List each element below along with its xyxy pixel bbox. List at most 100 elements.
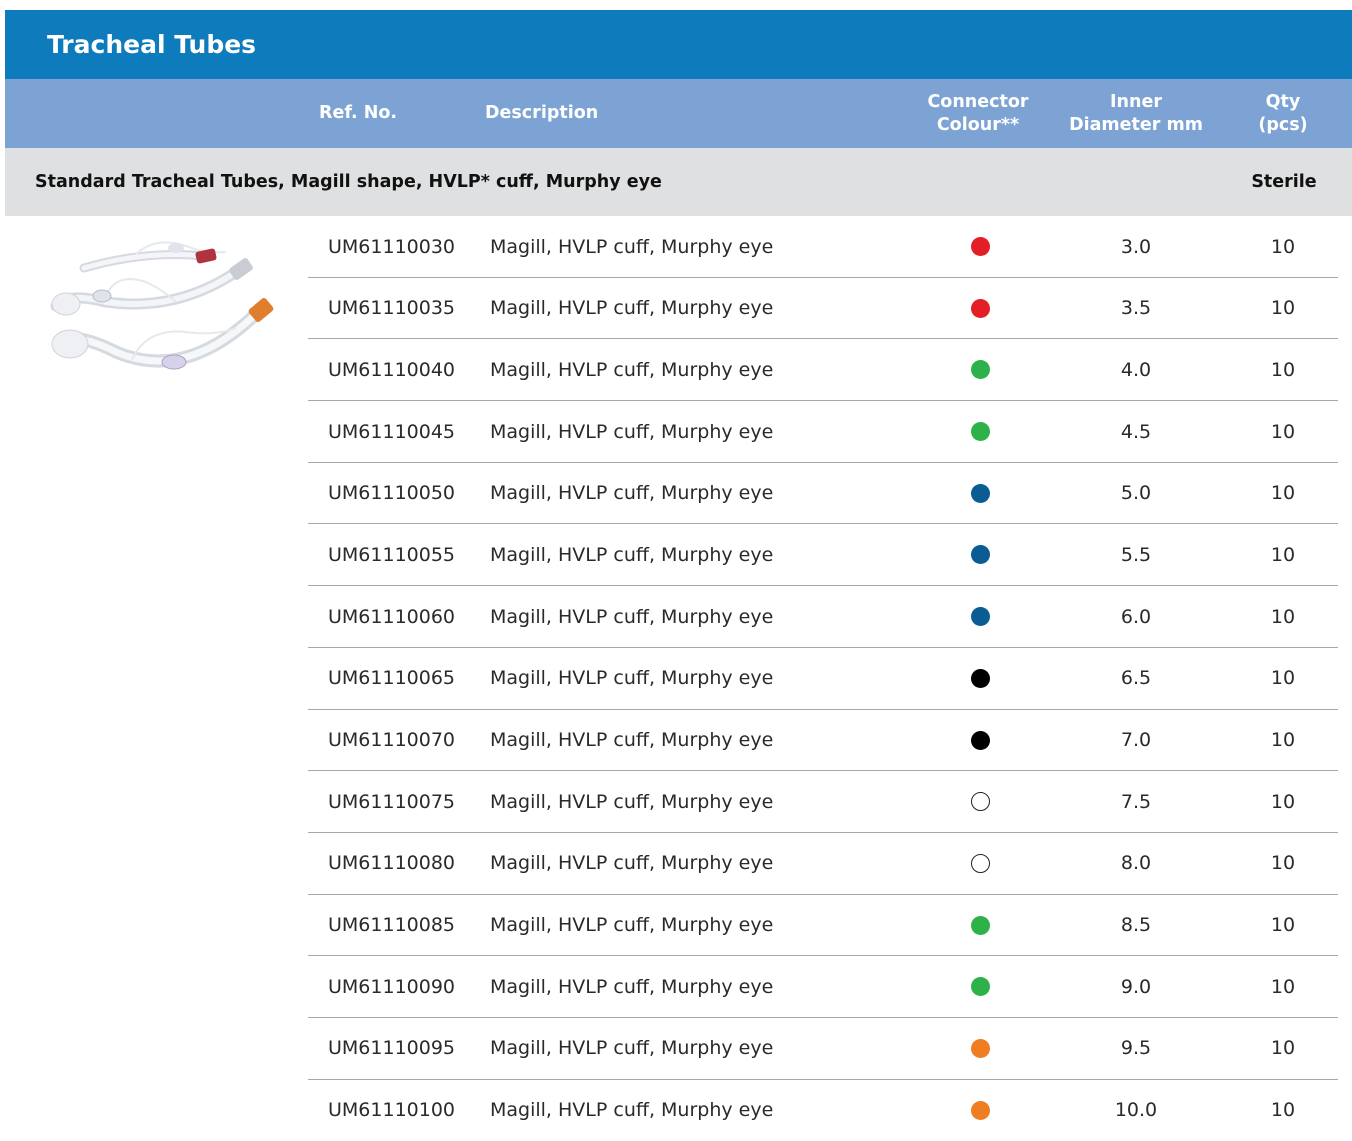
ref-no-cell: UM61110085 xyxy=(328,914,456,937)
table-row: UM61110060 Magill, HVLP cuff, Murphy eye 6… xyxy=(308,586,1338,648)
description-cell: Magill, HVLP cuff, Murphy eye xyxy=(490,297,774,320)
qty-cell: 10 xyxy=(1270,1037,1296,1060)
connector-colour-dot-icon xyxy=(970,668,990,688)
description-cell: Magill, HVLP cuff, Murphy eye xyxy=(490,1099,774,1122)
product-table: UM61110030 Magill, HVLP cuff, Murphy eye 3… xyxy=(308,216,1338,1141)
connector-colour-dot-icon xyxy=(970,483,990,503)
connector-colour-cell xyxy=(970,771,990,832)
table-row: UM61110095 Magill, HVLP cuff, Murphy eye 9… xyxy=(308,1018,1338,1080)
connector-colour-cell xyxy=(970,463,990,524)
connector-colour-dot-icon xyxy=(970,915,990,935)
ref-no-cell: UM61110075 xyxy=(328,790,456,813)
section-sterile-label: Sterile xyxy=(1251,172,1317,192)
inner-diameter-cell: 7.5 xyxy=(1120,790,1152,813)
inner-diameter-cell: 6.0 xyxy=(1120,605,1152,628)
ref-no-cell: UM61110090 xyxy=(328,975,456,998)
connector-colour-cell xyxy=(970,524,990,585)
ref-no-cell: UM61110030 xyxy=(328,235,456,258)
qty-cell: 10 xyxy=(1270,543,1296,566)
section-header: Standard Tracheal Tubes, Magill shape, H… xyxy=(5,148,1352,216)
header-qty-line2: (pcs) xyxy=(1258,114,1308,135)
qty-cell: 10 xyxy=(1270,482,1296,505)
description-cell: Magill, HVLP cuff, Murphy eye xyxy=(490,914,774,937)
connector-colour-dot-icon xyxy=(970,298,990,318)
inner-diameter-cell: 9.5 xyxy=(1120,1037,1152,1060)
description-cell: Magill, HVLP cuff, Murphy eye xyxy=(490,482,774,505)
table-row: UM61110030 Magill, HVLP cuff, Murphy eye 3… xyxy=(308,216,1338,278)
description-cell: Magill, HVLP cuff, Murphy eye xyxy=(490,235,774,258)
qty-cell: 10 xyxy=(1270,667,1296,690)
table-row: UM61110070 Magill, HVLP cuff, Murphy eye 7… xyxy=(308,710,1338,772)
header-qty-line1: Qty xyxy=(1265,91,1301,112)
header-qty: Qty (pcs) xyxy=(1243,79,1323,148)
connector-colour-cell xyxy=(970,833,990,894)
table-row: UM61110075 Magill, HVLP cuff, Murphy eye 7… xyxy=(308,771,1338,833)
table-row: UM61110055 Magill, HVLP cuff, Murphy eye 5… xyxy=(308,524,1338,587)
description-cell: Magill, HVLP cuff, Murphy eye xyxy=(490,975,774,998)
ref-no-cell: UM61110060 xyxy=(328,605,456,628)
inner-diameter-cell: 6.5 xyxy=(1120,667,1152,690)
inner-diameter-cell: 4.5 xyxy=(1120,420,1152,443)
ref-no-cell: UM61110100 xyxy=(328,1099,456,1122)
connector-colour-dot-icon xyxy=(970,730,990,750)
connector-colour-dot-icon xyxy=(970,607,990,627)
connector-colour-dot-icon xyxy=(970,237,990,256)
connector-colour-cell xyxy=(970,586,990,647)
header-description: Description xyxy=(485,103,599,123)
table-row: UM61110050 Magill, HVLP cuff, Murphy eye 5… xyxy=(308,463,1338,525)
description-cell: Magill, HVLP cuff, Murphy eye xyxy=(490,543,774,566)
description-cell: Magill, HVLP cuff, Murphy eye xyxy=(490,1037,774,1060)
qty-cell: 10 xyxy=(1270,297,1296,320)
qty-cell: 10 xyxy=(1270,1099,1296,1122)
description-cell: Magill, HVLP cuff, Murphy eye xyxy=(490,790,774,813)
table-row: UM61110045 Magill, HVLP cuff, Murphy eye 4… xyxy=(308,401,1338,463)
connector-colour-cell xyxy=(970,1018,990,1079)
ref-no-cell: UM61110045 xyxy=(328,420,456,443)
connector-colour-cell xyxy=(970,648,990,709)
qty-cell: 10 xyxy=(1270,914,1296,937)
connector-colour-cell xyxy=(970,401,990,462)
connector-colour-dot-icon xyxy=(970,853,990,873)
connector-colour-cell xyxy=(970,895,990,956)
qty-cell: 10 xyxy=(1270,790,1296,813)
ref-no-cell: UM61110080 xyxy=(328,852,456,875)
connector-colour-dot-icon xyxy=(970,422,990,442)
connector-colour-cell xyxy=(970,956,990,1017)
ref-no-cell: UM61110065 xyxy=(328,667,456,690)
table-row: UM61110090 Magill, HVLP cuff, Murphy eye 9… xyxy=(308,956,1338,1018)
ref-no-cell: UM61110040 xyxy=(328,358,456,381)
header-connector-colour: Connector Colour** xyxy=(905,79,1051,148)
table-row: UM61110065 Magill, HVLP cuff, Murphy eye 6… xyxy=(308,648,1338,710)
inner-diameter-cell: 8.0 xyxy=(1120,852,1152,875)
header-inner-line1: Inner xyxy=(1110,91,1162,112)
page-title-text: Tracheal Tubes xyxy=(47,30,257,59)
description-cell: Magill, HVLP cuff, Murphy eye xyxy=(490,605,774,628)
inner-diameter-cell: 4.0 xyxy=(1120,358,1152,381)
inner-diameter-cell: 9.0 xyxy=(1120,975,1152,998)
qty-cell: 10 xyxy=(1270,852,1296,875)
connector-colour-dot-icon xyxy=(970,1038,990,1058)
description-cell: Magill, HVLP cuff, Murphy eye xyxy=(490,852,774,875)
inner-diameter-cell: 3.5 xyxy=(1120,297,1152,320)
table-row: UM61110040 Magill, HVLP cuff, Murphy eye 4… xyxy=(308,339,1338,402)
inner-diameter-cell: 5.0 xyxy=(1120,482,1152,505)
description-cell: Magill, HVLP cuff, Murphy eye xyxy=(490,667,774,690)
connector-colour-cell xyxy=(970,339,990,400)
description-cell: Magill, HVLP cuff, Murphy eye xyxy=(490,729,774,751)
ref-no-cell: UM61110050 xyxy=(328,482,456,505)
inner-diameter-cell: 10.0 xyxy=(1114,1099,1158,1122)
inner-diameter-cell: 7.0 xyxy=(1120,729,1152,751)
inner-diameter-cell: 3.0 xyxy=(1120,235,1152,258)
qty-cell: 10 xyxy=(1270,235,1296,258)
qty-cell: 10 xyxy=(1270,729,1296,751)
connector-colour-dot-icon xyxy=(970,1100,990,1120)
qty-cell: 10 xyxy=(1270,605,1296,628)
ref-no-cell: UM61110095 xyxy=(328,1037,456,1060)
header-inner-diameter: Inner Diameter mm xyxy=(1056,79,1216,148)
connector-colour-dot-icon xyxy=(970,977,990,997)
header-ref-no: Ref. No. xyxy=(319,103,398,123)
ref-no-cell: UM61110055 xyxy=(328,543,456,566)
connector-colour-cell xyxy=(970,1080,990,1141)
connector-colour-cell xyxy=(970,710,990,771)
tracheal-tubes-image xyxy=(36,232,278,412)
